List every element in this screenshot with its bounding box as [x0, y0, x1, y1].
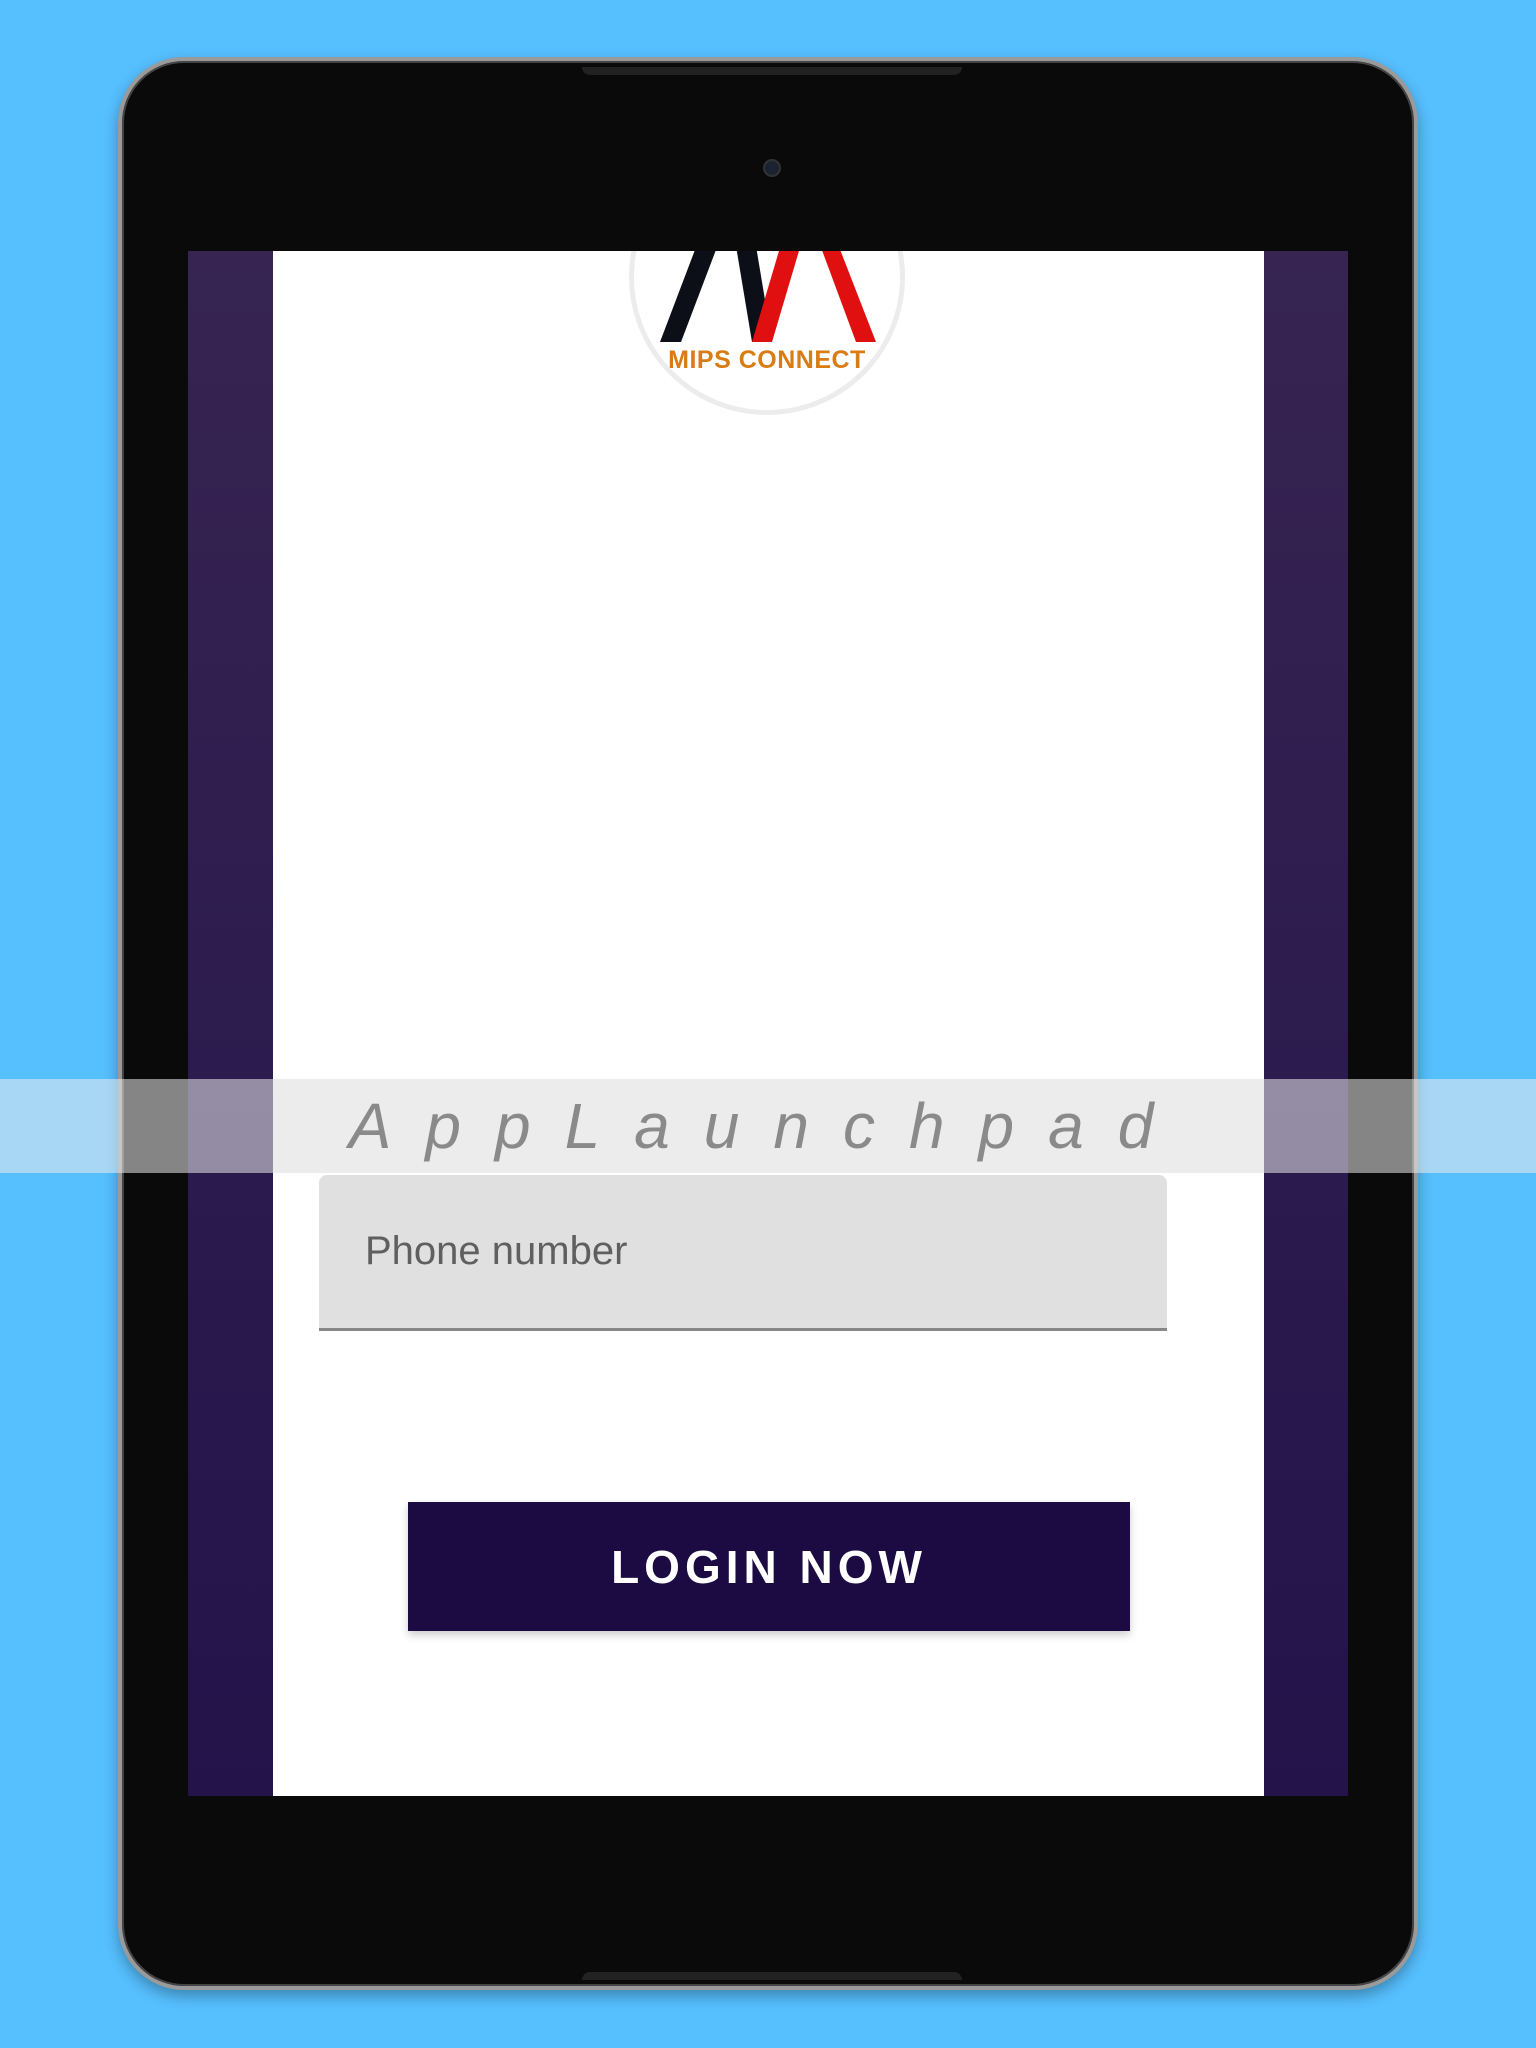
app-screen: MIPS CONNECT LOGIN NOW	[188, 251, 1348, 1796]
camera-icon	[763, 159, 781, 177]
app-logo: MIPS CONNECT	[629, 251, 905, 415]
logo-text: MIPS CONNECT	[668, 346, 866, 374]
login-panel: MIPS CONNECT LOGIN NOW	[273, 251, 1264, 1796]
watermark-banner: AppLaunchpad	[0, 1079, 1536, 1173]
phone-number-field[interactable]	[319, 1175, 1167, 1331]
top-speaker-notch	[582, 67, 962, 75]
logo-m-icon	[660, 251, 876, 342]
phone-number-input[interactable]	[319, 1175, 1167, 1328]
watermark-text: AppLaunchpad	[348, 1090, 1188, 1162]
bottom-notch	[582, 1972, 962, 1980]
login-now-button[interactable]: LOGIN NOW	[408, 1502, 1130, 1631]
